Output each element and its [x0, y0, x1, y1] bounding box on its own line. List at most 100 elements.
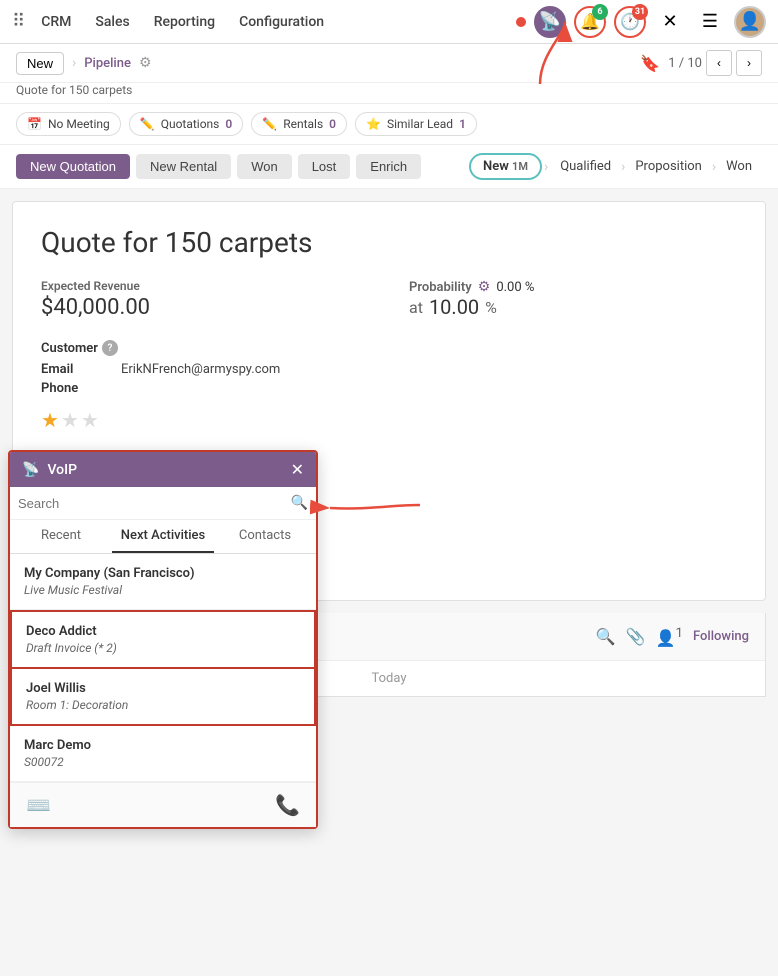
- probability-value: 0.00 %: [496, 280, 534, 295]
- search-icon: 🔍: [291, 495, 308, 511]
- next-page-button[interactable]: ›: [736, 50, 762, 76]
- expected-revenue-label: Expected Revenue: [41, 279, 369, 293]
- menu-sales[interactable]: Sales: [95, 14, 129, 30]
- stage-qualified-button[interactable]: Qualified: [550, 155, 621, 178]
- star-2[interactable]: ★: [61, 408, 79, 432]
- breadcrumb-gear-icon[interactable]: ⚙: [139, 55, 152, 71]
- voip-tab-next-activities[interactable]: Next Activities: [112, 520, 214, 553]
- new-quotation-button[interactable]: New Quotation: [16, 154, 130, 179]
- following-button[interactable]: Following: [693, 629, 749, 644]
- voip-list-item[interactable]: Marc Demo S00072: [10, 726, 316, 782]
- expected-revenue-group: Expected Revenue $40,000.00: [41, 279, 369, 320]
- menu-configuration[interactable]: Configuration: [239, 14, 324, 30]
- similar-lead-pill[interactable]: ⭐ Similar Lead 1: [355, 112, 477, 136]
- voip-icon-button[interactable]: 📡: [534, 6, 566, 38]
- notifications-badge: 6: [592, 4, 608, 20]
- lost-button[interactable]: Lost: [298, 154, 351, 179]
- avatar[interactable]: 👤: [734, 6, 766, 38]
- breadcrumb-right: 🔖 1 / 10 ‹ ›: [640, 50, 762, 76]
- menu-reporting[interactable]: Reporting: [154, 14, 215, 30]
- probability-label: Probability: [409, 280, 472, 295]
- voip-title: VoIP: [47, 462, 282, 478]
- voip-header: 📡 VoIP ✕: [10, 452, 316, 487]
- star-icon: ⭐: [366, 117, 381, 131]
- voip-search-bar: 🔍: [10, 487, 316, 520]
- voip-footer: ⌨️ 📞: [10, 782, 316, 827]
- at-suffix: %: [485, 298, 497, 317]
- stage-new-button[interactable]: New 1M: [471, 155, 540, 178]
- customer-help-icon[interactable]: ?: [102, 340, 118, 356]
- rentals-pill[interactable]: ✏️ Rentals 0: [251, 112, 347, 136]
- breadcrumb-subtitle: Quote for 150 carpets: [0, 83, 778, 104]
- search-icon[interactable]: 🔍: [596, 627, 616, 646]
- voip-close-button[interactable]: ✕: [291, 460, 304, 479]
- voip-tab-contacts[interactable]: Contacts: [214, 520, 316, 553]
- enrich-button[interactable]: Enrich: [356, 154, 421, 179]
- voip-list-item[interactable]: Deco Addict Draft Invoice (* 2): [10, 610, 316, 669]
- new-button[interactable]: New: [16, 52, 64, 75]
- voip-item-sub: Room 1: Decoration: [26, 698, 300, 712]
- breadcrumb-separator: ›: [72, 55, 76, 71]
- star-1[interactable]: ★: [41, 408, 59, 432]
- voip-panel: 📡 VoIP ✕ 🔍 Recent Next Activities Contac…: [8, 450, 318, 829]
- bookmark-icon[interactable]: 🔖: [640, 54, 660, 73]
- record-title: Quote for 150 carpets: [41, 226, 737, 259]
- won-button[interactable]: Won: [237, 154, 292, 179]
- prev-page-button[interactable]: ‹: [706, 50, 732, 76]
- voip-item-name: Joel Willis: [26, 681, 300, 696]
- rentals-label: Rentals: [283, 117, 323, 131]
- apps-grid-icon[interactable]: ⠿: [12, 11, 25, 32]
- customer-section: Customer ?: [41, 340, 737, 356]
- page-navigation: 1 / 10 ‹ ›: [668, 50, 762, 76]
- email-label: Email: [41, 362, 121, 377]
- phone-row: Phone: [41, 381, 737, 396]
- new-rental-button[interactable]: New Rental: [136, 154, 231, 179]
- quotations-icon: ✏️: [140, 117, 155, 131]
- rentals-count: 0: [329, 117, 336, 131]
- phone-icon[interactable]: 📞: [275, 793, 300, 817]
- probability-gear-icon[interactable]: ⚙: [478, 279, 491, 295]
- priority-stars: ★ ★ ★: [41, 408, 737, 432]
- expected-revenue-value[interactable]: $40,000.00: [41, 295, 369, 320]
- voip-item-name: My Company (San Francisco): [24, 566, 302, 581]
- menu-crm[interactable]: CRM: [41, 14, 71, 30]
- voip-item-sub: Draft Invoice (* 2): [26, 641, 300, 655]
- voip-list: My Company (San Francisco) Live Music Fe…: [10, 554, 316, 782]
- voip-item-name: Marc Demo: [24, 738, 302, 753]
- quotations-pill[interactable]: ✏️ Quotations 0: [129, 112, 244, 136]
- no-meeting-pill[interactable]: 📅 No Meeting: [16, 112, 121, 136]
- follower-icon[interactable]: 👤1: [656, 626, 683, 647]
- similar-lead-count: 1: [459, 117, 466, 131]
- voip-header-icon: 📡: [22, 462, 39, 478]
- star-3[interactable]: ★: [81, 408, 99, 432]
- main-menu: CRM Sales Reporting Configuration: [41, 14, 516, 30]
- notifications-icon[interactable]: 🔔 6: [574, 6, 606, 38]
- page-indicator: 1 / 10: [668, 56, 702, 71]
- messages-badge: 31: [632, 4, 648, 20]
- menu-icon[interactable]: ☰: [694, 6, 726, 38]
- voip-item-sub: Live Music Festival: [24, 583, 302, 597]
- at-label: at: [409, 298, 423, 317]
- close-icon[interactable]: ✕: [654, 6, 686, 38]
- breadcrumb-pipeline[interactable]: Pipeline: [84, 56, 131, 71]
- voip-list-item[interactable]: Joel Willis Room 1: Decoration: [10, 669, 316, 726]
- phone-label: Phone: [41, 381, 121, 396]
- keyboard-icon[interactable]: ⌨️: [26, 793, 51, 817]
- customer-label-row: Customer ?: [41, 340, 737, 356]
- similar-lead-label: Similar Lead: [387, 117, 453, 131]
- topnav-right: 📡 🔔 6 🕐 31 ✕ ☰ 👤: [516, 6, 766, 38]
- voip-tab-recent[interactable]: Recent: [10, 520, 112, 553]
- voip-item-sub: S00072: [24, 755, 302, 769]
- messages-icon[interactable]: 🕐 31: [614, 6, 646, 38]
- stage-bar: New Quotation New Rental Won Lost Enrich…: [0, 145, 778, 189]
- stage-proposition-button[interactable]: Proposition: [625, 155, 712, 178]
- voip-item-name: Deco Addict: [26, 624, 300, 639]
- quotations-count: 0: [225, 117, 232, 131]
- status-dot: [516, 17, 526, 27]
- voip-list-item[interactable]: My Company (San Francisco) Live Music Fe…: [10, 554, 316, 610]
- stage-won-button[interactable]: Won: [716, 155, 762, 178]
- at-value[interactable]: 10.00: [429, 295, 479, 319]
- attachment-icon[interactable]: 📎: [626, 627, 646, 646]
- no-meeting-label: No Meeting: [48, 117, 110, 131]
- voip-search-input[interactable]: [18, 496, 285, 511]
